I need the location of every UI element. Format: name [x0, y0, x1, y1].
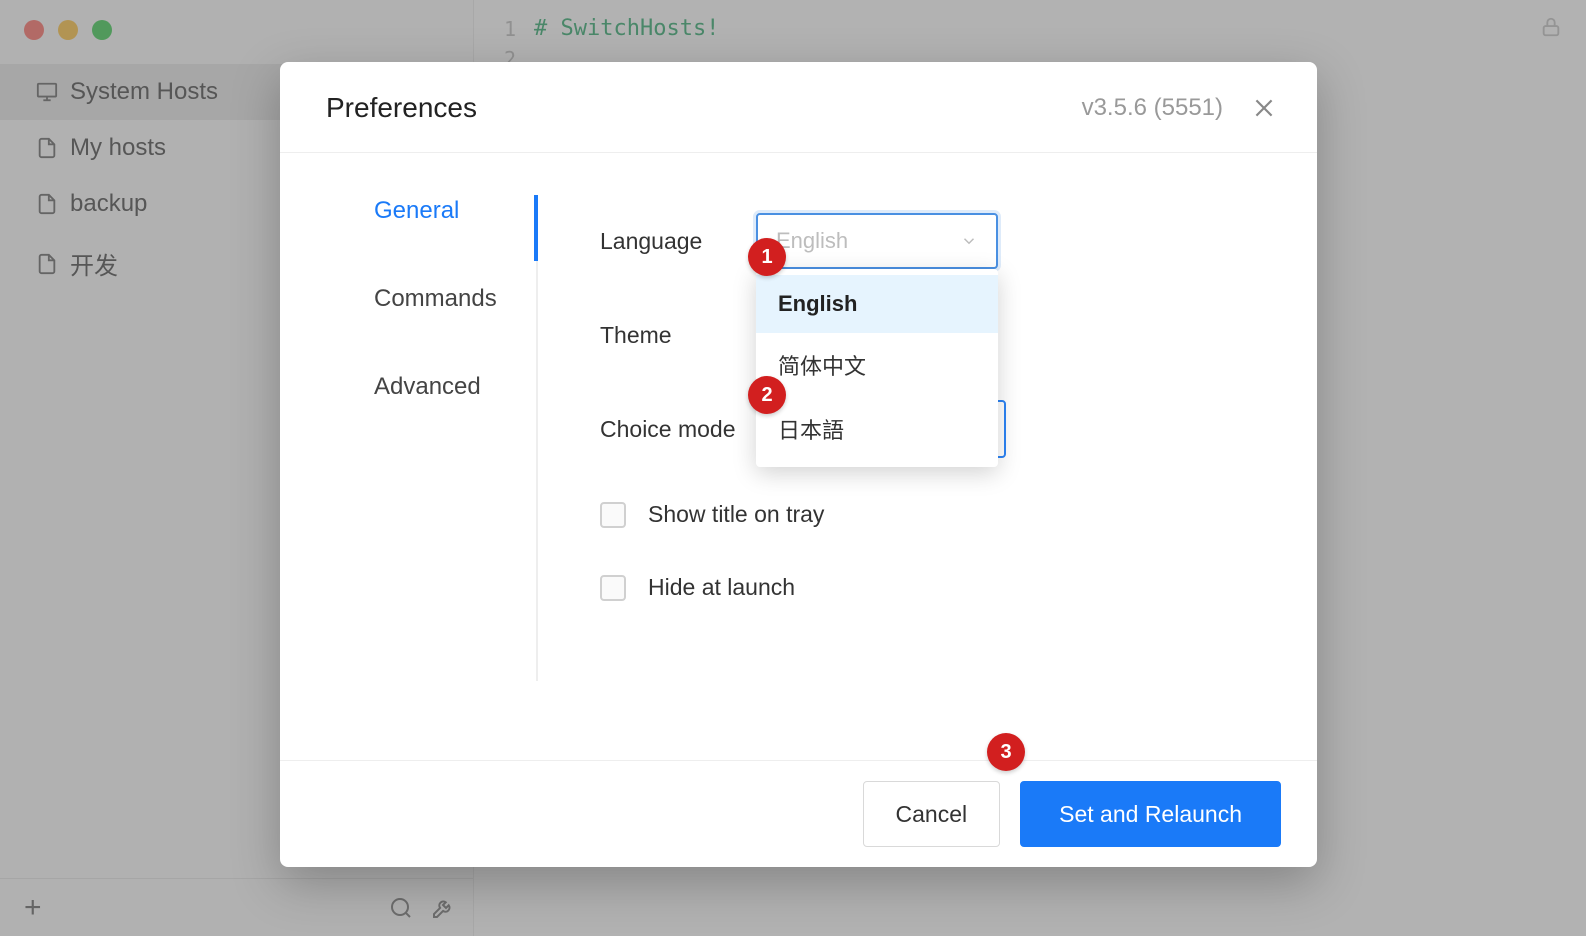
language-label: Language [600, 228, 756, 255]
language-select[interactable]: English [756, 213, 998, 269]
hide-launch-checkbox[interactable] [600, 575, 626, 601]
language-option-japanese[interactable]: 日本語 [756, 397, 998, 461]
set-relaunch-button[interactable]: Set and Relaunch [1020, 781, 1281, 847]
modal-title: Preferences [326, 92, 477, 124]
annotation-badge-1: 1 [748, 238, 786, 276]
language-dropdown: English 简体中文 日本語 [756, 269, 998, 467]
preferences-modal: Preferences v3.5.6 (5551) General Comman… [280, 62, 1317, 867]
show-title-checkbox[interactable] [600, 502, 626, 528]
cancel-button[interactable]: Cancel [863, 781, 1001, 847]
language-select-value: English [776, 228, 960, 254]
app-version: v3.5.6 (5551) [1082, 94, 1223, 122]
close-icon[interactable] [1251, 95, 1277, 121]
language-option-english[interactable]: English [756, 275, 998, 333]
field-hide-launch: Hide at launch [600, 574, 1317, 601]
language-option-simplified-chinese[interactable]: 简体中文 [756, 333, 998, 397]
preferences-fields: Language English Theme Choice mode e [538, 197, 1317, 760]
preferences-tabs: General Commands Advanced [280, 197, 538, 681]
hide-launch-label: Hide at launch [648, 574, 795, 601]
chevron-down-icon [960, 232, 978, 250]
modal-body: General Commands Advanced Language Engli… [280, 153, 1317, 760]
show-title-label: Show title on tray [648, 501, 824, 528]
tab-general[interactable]: General [374, 197, 536, 225]
modal-footer: Cancel Set and Relaunch [280, 760, 1317, 867]
tab-commands[interactable]: Commands [374, 285, 536, 313]
tab-advanced[interactable]: Advanced [374, 373, 536, 401]
annotation-badge-3: 3 [987, 733, 1025, 771]
modal-header: Preferences v3.5.6 (5551) [280, 62, 1317, 153]
theme-label: Theme [600, 322, 756, 349]
choice-mode-label: Choice mode [600, 416, 756, 443]
field-show-title: Show title on tray [600, 501, 1317, 528]
annotation-badge-2: 2 [748, 376, 786, 414]
